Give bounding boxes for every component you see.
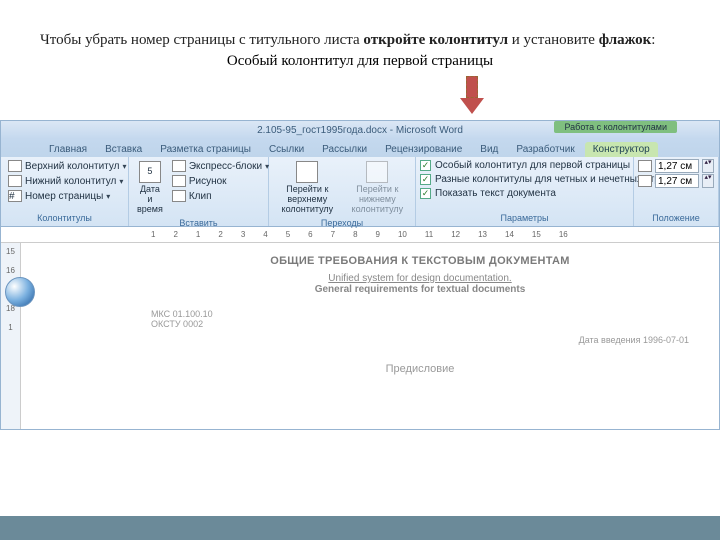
- tab-home[interactable]: Главная: [41, 142, 95, 157]
- window-title: 2.105-95_гост1995года.docx - Microsoft W…: [257, 125, 463, 136]
- doc-subtitle-2: General requirements for textual documen…: [151, 284, 689, 295]
- goto-footer-icon: [366, 161, 388, 183]
- tab-review[interactable]: Рецензирование: [377, 142, 470, 157]
- tab-layout[interactable]: Разметка страницы: [152, 142, 259, 157]
- footer-icon: [8, 175, 22, 187]
- tab-view[interactable]: Вид: [472, 142, 506, 157]
- goto-header-button[interactable]: Перейти к верхнему колонтитулу: [273, 159, 342, 217]
- picture-icon: [172, 175, 186, 187]
- doc-date: Дата введения 1996-07-01: [151, 335, 689, 345]
- tab-design[interactable]: Конструктор: [585, 142, 658, 157]
- group-options: Параметры: [420, 212, 629, 224]
- word-window: 2.105-95_гост1995года.docx - Microsoft W…: [0, 120, 720, 430]
- office-button[interactable]: [5, 277, 35, 307]
- vertical-ruler[interactable]: 151617181: [1, 243, 21, 429]
- header-from-top-spinner[interactable]: ▴▾: [638, 159, 714, 173]
- footer-margin-icon: [638, 175, 652, 187]
- callout-arrow: [460, 76, 484, 116]
- header-dropdown[interactable]: Верхний колонтитул▾: [5, 159, 130, 173]
- doc-preface: Предисловие: [151, 363, 689, 375]
- group-headers-footers: Колонтитулы: [5, 212, 124, 224]
- tab-insert[interactable]: Вставка: [97, 142, 150, 157]
- horizontal-ruler[interactable]: 1212345678910111213141516: [1, 227, 719, 243]
- doc-code-2: ОКСТУ 0002: [151, 319, 689, 329]
- checkbox-checked-icon: [420, 188, 431, 199]
- doc-code-1: МКС 01.100.10: [151, 309, 689, 319]
- slide-footer-bar: [0, 516, 720, 540]
- clip-icon: [172, 190, 186, 202]
- header-icon: [8, 160, 22, 172]
- doc-subtitle-1: Unified system for design documentation.: [151, 273, 689, 284]
- group-position: Положение: [638, 212, 714, 224]
- instruction-option: Особый колонтитул для первой страницы: [40, 53, 680, 70]
- tab-references[interactable]: Ссылки: [261, 142, 312, 157]
- goto-header-icon: [296, 161, 318, 183]
- footer-from-bottom-spinner[interactable]: ▴▾: [638, 174, 714, 188]
- checkbox-checked-icon: [420, 174, 431, 185]
- titlebar: 2.105-95_гост1995года.docx - Microsoft W…: [1, 121, 719, 139]
- page-number-dropdown[interactable]: #Номер страницы▾: [5, 189, 130, 203]
- doc-heading: ОБЩИЕ ТРЕБОВАНИЯ К ТЕКСТОВЫМ ДОКУМЕНТАМ: [151, 255, 689, 267]
- chevron-down-icon: ▾: [106, 192, 110, 201]
- group-insert: Вставить: [133, 217, 264, 229]
- calendar-icon: 5: [139, 161, 161, 183]
- page-content[interactable]: ОБЩИЕ ТРЕБОВАНИЯ К ТЕКСТОВЫМ ДОКУМЕНТАМ …: [21, 243, 719, 429]
- goto-footer-button[interactable]: Перейти к нижнему колонтитулу: [344, 159, 411, 217]
- chevron-down-icon: ▾: [123, 162, 127, 171]
- contextual-tab-label: Работа с колонтитулами: [554, 121, 677, 133]
- document-area: 151617181 ОБЩИЕ ТРЕБОВАНИЯ К ТЕКСТОВЫМ Д…: [1, 243, 719, 429]
- date-time-button[interactable]: 5Дата и время: [133, 159, 167, 217]
- quick-parts-button[interactable]: Экспресс-блоки▾: [169, 159, 272, 173]
- page-number-icon: #: [8, 190, 22, 202]
- ribbon: Верхний колонтитул▾ Нижний колонтитул▾ #…: [1, 157, 719, 227]
- clipart-button[interactable]: Клип: [169, 189, 272, 203]
- picture-button[interactable]: Рисунок: [169, 174, 272, 188]
- header-margin-icon: [638, 160, 652, 172]
- ribbon-tabs: Главная Вставка Разметка страницы Ссылки…: [1, 139, 719, 157]
- footer-dropdown[interactable]: Нижний колонтитул▾: [5, 174, 130, 188]
- chevron-down-icon: ▾: [119, 177, 123, 186]
- instruction-text: Чтобы убрать номер страницы с титульного…: [40, 30, 680, 51]
- tab-developer[interactable]: Разработчик: [508, 142, 582, 157]
- blocks-icon: [172, 160, 186, 172]
- checkbox-checked-icon: [420, 160, 431, 171]
- group-navigation: Переходы: [273, 217, 411, 229]
- tab-mailings[interactable]: Рассылки: [314, 142, 375, 157]
